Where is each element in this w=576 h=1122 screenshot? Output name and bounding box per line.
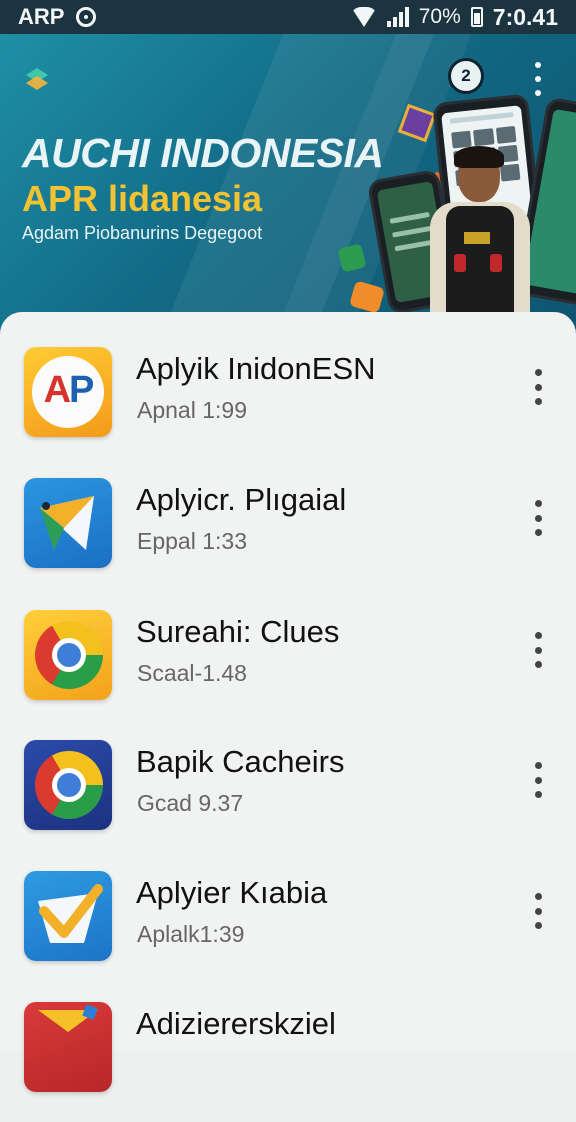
history-button[interactable]: 2: [448, 58, 484, 94]
list-item[interactable]: Bapik Cacheirs Gcad 9.37: [0, 740, 576, 860]
status-bar: ARP 70% 7:0.41: [0, 0, 576, 34]
list-item[interactable]: Adiziererskziel: [0, 1002, 576, 1122]
app-list: AP Aplyik InidonESN Apnal 1:99 Aplyicr. …: [0, 312, 576, 1092]
app-name: Aplyicr. Plıgaial: [136, 482, 347, 517]
app-name: Aplyier Kıabia: [136, 875, 328, 910]
app-meta: Aplalk1:39: [137, 921, 245, 947]
app-name: Aplyik InidonESN: [136, 351, 376, 386]
signal-icon: [386, 7, 409, 27]
list-item[interactable]: Aplyicr. Plıgaial Eppal 1:33: [0, 478, 576, 598]
list-item[interactable]: AP Aplyik InidonESN Apnal 1:99: [0, 347, 576, 467]
person-illustration: [424, 146, 536, 334]
settings-icon: [76, 7, 97, 27]
more-options-icon[interactable]: [528, 500, 548, 536]
more-options-icon[interactable]: [528, 893, 548, 929]
app-name: Adiziererskziel: [136, 1006, 336, 1041]
overflow-menu-icon[interactable]: [530, 62, 546, 96]
status-app-label: ARP: [18, 4, 65, 29]
ap-logo-icon: AP: [24, 347, 112, 437]
banner-title: AUCHI INDONESIA: [22, 130, 384, 176]
hero-banner: 2 AUCHI INDONESIA APR lidanesia Agdam Pi…: [0, 34, 576, 334]
banner-subtitle: APR lidanesia: [22, 178, 263, 219]
chrome-icon: [24, 610, 112, 700]
list-item[interactable]: Aplyier Kıabia Aplalk1:39: [0, 871, 576, 991]
app-name: Sureahi: Clues: [136, 614, 340, 649]
list-item[interactable]: Sureahi: Clues Scaal-1.48: [0, 610, 576, 730]
history-badge: 2: [461, 66, 471, 85]
battery-percent: 70%: [418, 5, 461, 28]
more-options-icon[interactable]: [528, 632, 548, 668]
status-right: 70% 7:0.41: [350, 3, 558, 31]
battery-icon: [470, 7, 483, 27]
app-meta: Apnal 1:99: [137, 397, 247, 423]
gmail-icon: [24, 1002, 112, 1092]
wifi-icon: [350, 7, 377, 27]
app-logo-icon[interactable]: [24, 66, 50, 92]
mail-paper-plane-icon: [24, 478, 112, 568]
mail-check-icon: [24, 871, 112, 961]
app-name: Bapik Cacheirs: [136, 744, 345, 779]
app-meta: Scaal-1.48: [137, 660, 247, 686]
status-left: ARP: [18, 4, 97, 30]
app-meta: Gcad 9.37: [137, 790, 244, 816]
chrome-icon: [24, 740, 112, 830]
clock: 7:0.41: [492, 3, 558, 30]
more-options-icon[interactable]: [528, 762, 548, 798]
banner-tagline: Agdam Piobanurins Degegoot: [22, 223, 263, 243]
app-meta: Eppal 1:33: [137, 528, 247, 554]
more-options-icon[interactable]: [528, 369, 548, 405]
